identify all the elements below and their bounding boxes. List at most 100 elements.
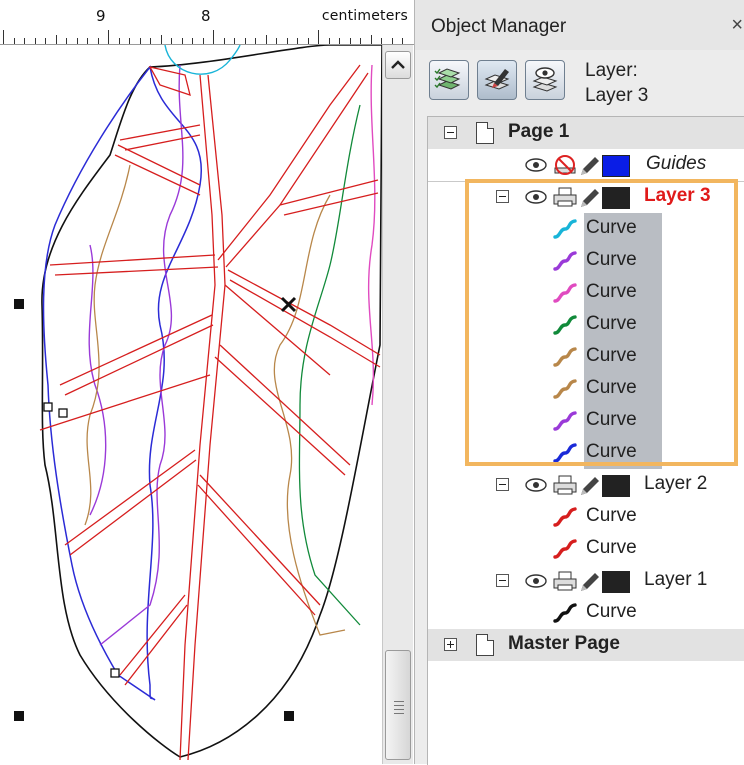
layer-manager-view-button[interactable] [525,60,565,100]
pencil-edit-icon[interactable] [578,570,600,594]
tree-layer-3[interactable]: Layer 3 [428,181,744,213]
master-page-label: Master Page [508,633,620,654]
page-1-label: Page 1 [508,121,570,142]
ruler-tick [224,38,225,44]
ruler-tick [3,30,4,44]
ruler-tick [297,38,298,44]
ruler-tick [192,38,193,44]
ruler-tick [350,38,351,44]
ruler-tick [276,38,277,44]
curve-icon [553,443,577,463]
ruler-tick [318,30,319,44]
curve-icon [553,507,577,527]
edit-across-layers-button[interactable] [477,60,517,100]
ruler-tick [339,38,340,44]
horizontal-ruler[interactable]: 9 8 centimeters [0,0,414,45]
curve-label: Curve [586,377,637,398]
curve-object-row[interactable]: Curve [428,309,744,341]
ruler-tick [87,38,88,44]
collapse-toggle[interactable] [444,126,457,139]
scroll-up-button[interactable] [385,51,411,79]
selection-handle [14,299,24,309]
curve-object-row[interactable]: Curve [428,405,744,437]
object-tree[interactable]: Page 1 Guides Layer 3 Curve Curve Curve Cur… [427,116,744,765]
printer-icon[interactable] [552,570,578,592]
layer-1-color-swatch[interactable] [602,571,630,593]
tree-layer-2[interactable]: Layer 2 [428,469,744,501]
drawing-canvas-area[interactable]: 9 8 centimeters [0,0,414,764]
curve-object-row[interactable]: Curve [428,341,744,373]
ruler-tick [161,35,162,44]
show-object-properties-button[interactable] [429,60,469,100]
object-manager-docker: Object Manager × Layer: Layer 3 Page 1 G… [414,0,744,765]
guides-color-swatch[interactable] [602,155,630,177]
curve-object-row[interactable]: Curve [428,501,744,533]
collapse-toggle[interactable] [496,478,509,491]
eye-icon[interactable] [524,154,548,176]
expand-toggle[interactable] [444,638,457,651]
selection-handle [14,711,24,721]
ruler-tick [171,38,172,44]
layer-3-color-swatch[interactable] [602,187,630,209]
tree-layer-guides[interactable]: Guides [428,149,744,182]
layer-2-color-swatch[interactable] [602,475,630,497]
page-icon [476,634,494,656]
curve-icon [553,315,577,335]
node-handle [110,668,120,678]
node-handle [58,408,68,418]
selection-handle [284,711,294,721]
ruler-tick [35,38,36,44]
curve-icon [553,411,577,431]
ruler-tick [24,38,25,44]
show-object-properties-icon [434,68,461,90]
pencil-edit-icon[interactable] [578,186,600,210]
layer-caption-prefix: Layer: [585,60,638,81]
curve-object-row[interactable]: Curve [428,437,744,469]
curve-object-row[interactable]: Curve [428,245,744,277]
curve-object-row[interactable]: Curve [428,213,744,245]
layer-2-label: Layer 2 [644,473,708,494]
vertical-scrollbar[interactable] [382,45,413,764]
curve-object-row[interactable]: Curve [428,373,744,405]
curve-icon [553,379,577,399]
tree-layer-1[interactable]: Layer 1 [428,565,744,597]
ruler-tick [329,38,330,44]
leaf-drawing[interactable] [0,45,382,764]
docker-title: Object Manager [431,16,567,37]
pencil-edit-icon[interactable] [578,154,600,178]
eye-icon[interactable] [524,474,548,496]
curve-object-row[interactable]: Curve [428,533,744,565]
no-print-icon[interactable] [552,154,578,176]
tree-master-page[interactable]: Master Page [428,629,744,661]
ruler-tick [150,38,151,44]
ruler-tick [234,38,235,44]
curve-label: Curve [586,505,637,526]
cyan-curve [164,45,241,75]
collapse-toggle[interactable] [496,190,509,203]
printer-icon[interactable] [552,474,578,496]
curve-icon [553,219,577,239]
curve-icon [553,283,577,303]
eye-icon[interactable] [524,186,548,208]
curve-object-row[interactable]: Curve [428,277,744,309]
ruler-tick [140,38,141,44]
tree-page-1[interactable]: Page 1 [428,117,744,149]
scroll-thumb[interactable] [385,650,411,760]
ruler-tick [360,38,361,44]
curve-label: Curve [586,249,637,270]
collapse-toggle[interactable] [496,574,509,587]
eye-icon[interactable] [524,570,548,592]
current-layer-caption: Layer: Layer 3 [585,58,648,108]
curve-icon [553,603,577,623]
pink-curve [367,64,376,406]
ruler-tick [371,35,372,44]
pencil-edit-icon[interactable] [578,474,600,498]
ruler-tick [45,38,46,44]
ruler-tick [266,35,267,44]
close-icon[interactable]: × [731,14,743,37]
purple-curve [88,64,184,646]
curve-object-row[interactable]: Curve [428,597,744,629]
printer-icon[interactable] [552,186,578,208]
curve-label: Curve [586,537,637,558]
ruler-tick [381,38,382,44]
